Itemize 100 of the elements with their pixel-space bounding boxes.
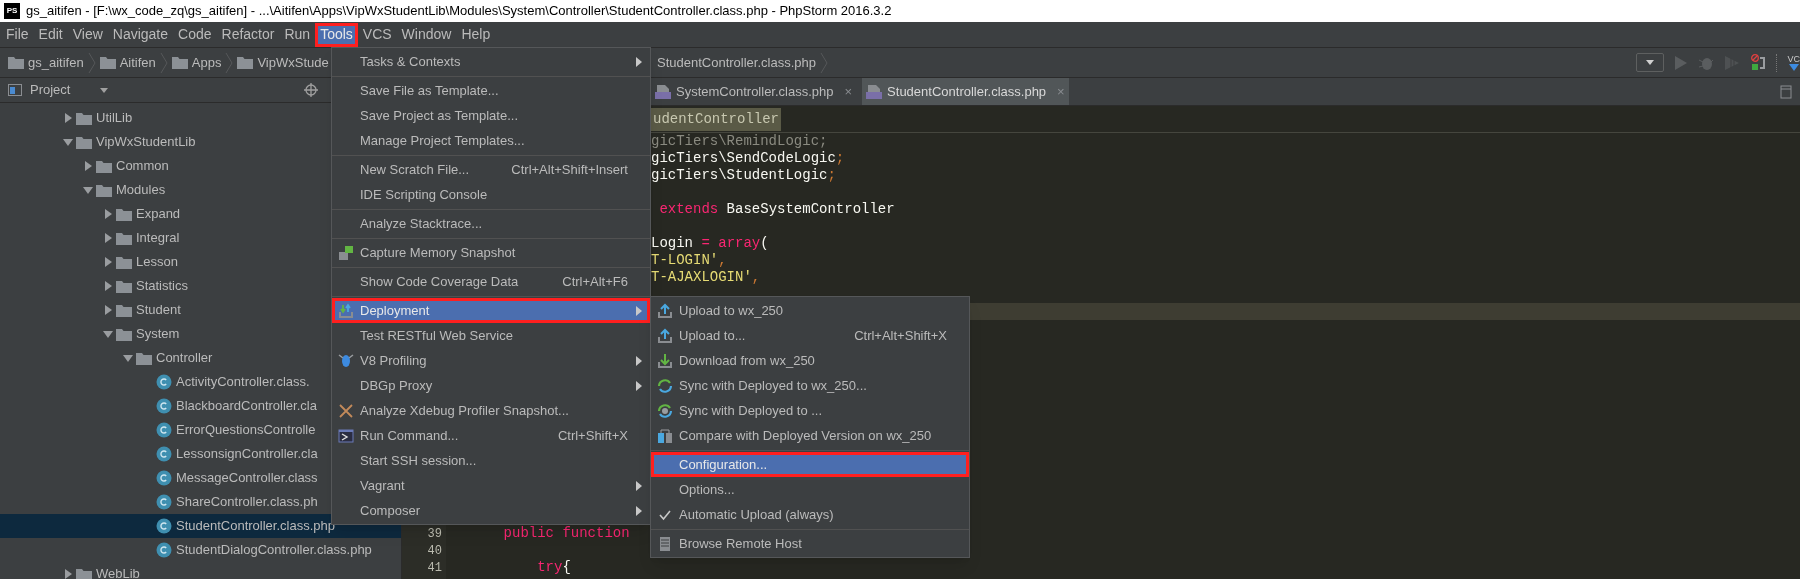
tree-item-label: LessonsignController.cla	[176, 445, 318, 464]
menu-bar-item[interactable]: Code	[173, 22, 217, 47]
menu-item[interactable]: Automatic Upload (always)	[651, 502, 969, 527]
folder-icon	[171, 56, 188, 69]
editor-tab[interactable]: StudentController.class.php ×	[862, 78, 1069, 105]
menu-item[interactable]: Download from wx_250	[651, 348, 969, 373]
collapsed-arrow-icon[interactable]	[102, 256, 114, 268]
compare-icon	[657, 427, 673, 444]
expanded-arrow-icon[interactable]	[82, 184, 94, 196]
class-icon	[156, 542, 172, 558]
collapsed-arrow-icon[interactable]	[102, 232, 114, 244]
menu-bar-item[interactable]: VCS	[357, 22, 397, 47]
tree-item-label: MessageController.class	[176, 469, 318, 488]
menu-bar-item[interactable]: Help	[456, 22, 496, 47]
panel-title[interactable]: Project	[30, 80, 71, 100]
bug-icon	[338, 352, 354, 369]
memory-chip-icon	[338, 244, 354, 261]
submenu-arrow-icon	[636, 56, 642, 67]
folder-icon	[116, 327, 132, 341]
menu-item[interactable]: DBGp Proxy	[332, 373, 650, 398]
class-icon	[156, 446, 172, 462]
editor-tab[interactable]: SystemController.class.php ×	[651, 78, 857, 105]
menu-bar-item[interactable]: File	[1, 22, 34, 47]
menu-bar-item[interactable]: Edit	[33, 22, 68, 47]
menu-item[interactable]: Show Code Coverage Data Ctrl+Alt+F6	[332, 269, 650, 294]
code-line: Login = array(	[651, 234, 769, 253]
breadcrumb[interactable]: VipWxStude	[237, 52, 329, 73]
menu-bar-item[interactable]: Window	[396, 22, 457, 47]
breadcrumb[interactable]: Apps	[171, 52, 222, 73]
expanded-arrow-icon[interactable]	[102, 328, 114, 340]
menu-bar-item[interactable]: Refactor	[216, 22, 280, 47]
menu-item[interactable]: Start SSH session...	[332, 448, 650, 473]
caret-down-icon[interactable]	[100, 87, 109, 93]
code-line: gicTiers\SendCodeLogic;	[651, 149, 845, 168]
breadcrumb[interactable]: Aitifen	[99, 52, 156, 73]
shortcut-label: Ctrl+Shift+X	[557, 426, 629, 445]
sync-icon	[657, 377, 673, 394]
menu-item[interactable]: Configuration...	[651, 452, 969, 477]
menu-item[interactable]: Run Command... Ctrl+Shift+X	[332, 423, 650, 448]
menu-bar-item[interactable]: View	[67, 22, 108, 47]
menu-item[interactable]: New Scratch File... Ctrl+Alt+Shift+Insert	[332, 157, 650, 182]
stop-attach-icon[interactable]	[1750, 53, 1767, 72]
menu-item[interactable]: Browse Remote Host	[651, 531, 969, 556]
line-number: 41	[427, 559, 442, 577]
php-file-icon	[866, 83, 883, 100]
tree-item-label: VipWxStudentLib	[96, 133, 196, 152]
collapsed-arrow-icon[interactable]	[102, 280, 114, 292]
menu-item[interactable]: Sync with Deployed to ...	[651, 398, 969, 423]
menu-bar-item[interactable]: Tools	[315, 22, 358, 47]
menu-item[interactable]: Upload to... Ctrl+Alt+Shift+X	[651, 323, 969, 348]
folder-icon	[8, 56, 24, 69]
submenu-arrow-icon	[636, 505, 642, 516]
tree-item[interactable]: StudentDialogController.class.php	[0, 538, 401, 562]
menu-item[interactable]: IDE Scripting Console	[332, 182, 650, 207]
menu-item[interactable]: Tasks & Contexts	[332, 49, 650, 74]
folder-icon	[96, 159, 112, 173]
target-icon[interactable]	[304, 83, 319, 97]
deploy-icon	[338, 302, 354, 319]
menu-item[interactable]: V8 Profiling	[332, 348, 650, 373]
menu-item[interactable]: Deployment	[332, 298, 650, 323]
class-icon	[156, 470, 172, 486]
code-line: public function	[502, 524, 630, 543]
collapsed-arrow-icon[interactable]	[102, 304, 114, 316]
menu-item[interactable]: Save Project as Template...	[332, 103, 650, 128]
menu-bar-item[interactable]: Run	[279, 22, 316, 47]
collapsed-arrow-icon[interactable]	[102, 208, 114, 220]
menu-item[interactable]: Upload to wx_250	[651, 298, 969, 323]
window-icon[interactable]	[1780, 85, 1792, 99]
folder-icon	[96, 183, 112, 197]
menu-item[interactable]: Options...	[651, 477, 969, 502]
expanded-arrow-icon[interactable]	[122, 352, 134, 364]
collapsed-arrow-icon[interactable]	[62, 568, 74, 579]
menu-item[interactable]: Capture Memory Snapshot	[332, 240, 650, 265]
menu-bar-item[interactable]: Navigate	[107, 22, 174, 47]
collapsed-arrow-icon[interactable]	[62, 112, 74, 124]
expanded-arrow-icon[interactable]	[62, 136, 74, 148]
menu-item[interactable]: Compare with Deployed Version on wx_250	[651, 423, 969, 448]
tree-item-label: UtilLib	[96, 109, 133, 128]
menu-item[interactable]: Manage Project Templates...	[332, 128, 650, 153]
server-icon	[657, 535, 673, 552]
tree-item-label: Common	[116, 157, 169, 176]
breadcrumb[interactable]: gs_aitifen	[8, 52, 84, 73]
menu-item[interactable]: Vagrant	[332, 473, 650, 498]
tab-close[interactable]: ×	[844, 81, 853, 102]
breadcrumb[interactable]: StudentController.class.php	[651, 52, 816, 73]
submenu-arrow-icon	[636, 305, 642, 316]
folder-icon	[116, 255, 132, 269]
menu-item[interactable]: Sync with Deployed to wx_250...	[651, 373, 969, 398]
menu-item[interactable]: Save File as Template...	[332, 78, 650, 103]
menu-item[interactable]: Analyze Stacktrace...	[332, 211, 650, 236]
menu-item[interactable]: Analyze Xdebug Profiler Snapshot...	[332, 398, 650, 423]
tree-item[interactable]: WebLib	[0, 562, 401, 579]
class-breadcrumb[interactable]: udentController	[651, 107, 782, 131]
chevron-icon	[159, 51, 168, 74]
class-icon	[156, 494, 172, 510]
collapsed-arrow-icon[interactable]	[82, 160, 94, 172]
folder-icon	[76, 135, 92, 149]
run-config-dropdown[interactable]	[1636, 53, 1665, 72]
code-line: gicTiers\RemindLogic;	[651, 132, 828, 151]
menu-item[interactable]: Test RESTful Web Service	[332, 323, 650, 348]
